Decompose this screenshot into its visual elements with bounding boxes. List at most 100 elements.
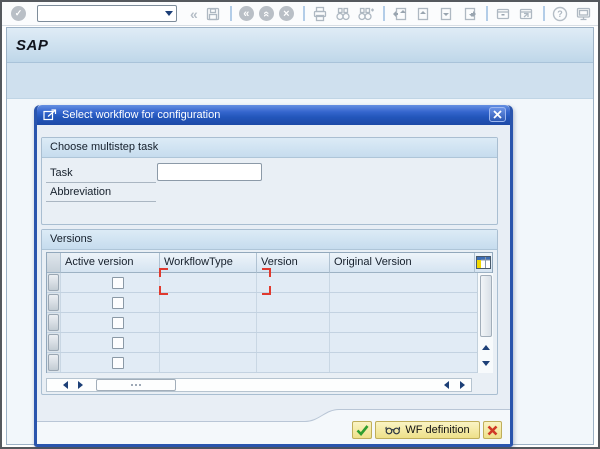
group-versions: Versions Active version WorkflowType Ver…: [41, 229, 498, 395]
workflow-type-cell[interactable]: [160, 353, 257, 372]
active-version-checkbox[interactable]: [112, 337, 124, 349]
row-selector[interactable]: [47, 353, 61, 372]
scroll-left-button[interactable]: [58, 379, 72, 391]
version-cell[interactable]: [257, 313, 330, 332]
close-button[interactable]: [489, 107, 506, 122]
scroll-right-button[interactable]: [73, 379, 87, 391]
workflow-type-cell[interactable]: [160, 313, 257, 332]
column-header-version[interactable]: Version: [257, 253, 330, 273]
command-field[interactable]: [37, 5, 177, 22]
toolbar-separator: [302, 6, 305, 21]
scroll-down-button[interactable]: [479, 356, 493, 371]
dialog-body: Choose multistep task Task Abbreviation …: [37, 125, 510, 444]
vertical-scrollbar-thumb[interactable]: [480, 275, 492, 337]
version-cell[interactable]: [257, 293, 330, 312]
main-toolbar: ✓ « « « × ?: [2, 2, 598, 26]
table-row: [47, 333, 492, 353]
print-icon[interactable]: [312, 6, 328, 22]
cancel-circle-icon[interactable]: ×: [278, 6, 294, 21]
toolbar-separator: [229, 6, 232, 21]
scroll-left-end-button[interactable]: [439, 379, 453, 391]
active-version-cell: [61, 333, 160, 352]
scroll-up-button[interactable]: [479, 340, 493, 355]
find-icon[interactable]: [335, 6, 351, 22]
horizontal-scrollbar-thumb[interactable]: [96, 379, 176, 391]
new-session-icon[interactable]: [495, 6, 511, 22]
workflow-type-cell[interactable]: [160, 273, 257, 292]
scroll-right-end-button[interactable]: [455, 379, 469, 391]
active-version-checkbox[interactable]: [112, 277, 124, 289]
horizontal-scrollbar[interactable]: [46, 378, 472, 392]
active-version-cell: [61, 353, 160, 372]
versions-table: Active version WorkflowType Version Orig…: [46, 252, 493, 373]
column-header-active-version[interactable]: Active version: [61, 253, 160, 273]
group-choose-multistep-task: Choose multistep task Task Abbreviation: [41, 137, 498, 225]
active-version-checkbox[interactable]: [112, 317, 124, 329]
enter-icon[interactable]: ✓: [11, 6, 26, 21]
dialog-icon: [43, 109, 57, 121]
arrow-left-icon: [62, 381, 68, 389]
active-version-checkbox[interactable]: [112, 357, 124, 369]
row-selector[interactable]: [47, 293, 61, 312]
table-row: [47, 353, 492, 373]
arrow-left-icon: [443, 381, 449, 389]
active-version-cell: [61, 313, 160, 332]
exit-circle-icon[interactable]: «: [258, 6, 274, 21]
table-settings-button[interactable]: [475, 253, 492, 273]
active-version-cell: [61, 293, 160, 312]
help-icon[interactable]: ?: [552, 6, 568, 22]
abbreviation-label: Abbreviation: [46, 183, 156, 202]
screen-area: SAP Select workflow for configuration Ch…: [6, 27, 594, 447]
toolbar-separator: [542, 6, 545, 21]
vertical-scrollbar[interactable]: [477, 273, 493, 373]
table-row: [47, 273, 492, 293]
create-shortcut-icon[interactable]: [518, 6, 534, 22]
dialog-title: Select workflow for configuration: [62, 109, 221, 121]
toolbar-separator: [382, 6, 385, 21]
group-title: Choose multistep task: [42, 138, 497, 158]
arrow-right-icon: [459, 381, 465, 389]
row-selector[interactable]: [47, 313, 61, 332]
workflow-type-cell[interactable]: [160, 293, 257, 312]
toolbar-separator: [485, 6, 488, 21]
back-chevrons-icon[interactable]: «: [190, 7, 198, 21]
cancel-button[interactable]: [483, 421, 502, 439]
active-version-cell: [61, 273, 160, 292]
original-version-cell: [330, 333, 474, 352]
previous-page-icon[interactable]: [415, 6, 431, 22]
first-page-icon[interactable]: [392, 6, 408, 22]
arrow-right-icon: [77, 381, 83, 389]
original-version-cell: [330, 273, 474, 292]
table-settings-icon: [476, 256, 491, 269]
command-input[interactable]: [37, 5, 177, 22]
x-icon: [487, 425, 498, 435]
workflow-type-cell[interactable]: [160, 333, 257, 352]
version-cell[interactable]: [257, 273, 330, 292]
row-selector[interactable]: [47, 273, 61, 292]
chevron-down-icon[interactable]: [165, 11, 173, 16]
glasses-icon: [385, 426, 401, 435]
arrow-down-icon: [482, 361, 490, 366]
dialog-select-workflow: Select workflow for configuration Choose…: [34, 105, 513, 447]
column-header-original-version[interactable]: Original Version: [330, 253, 475, 273]
task-label: Task: [46, 164, 156, 183]
app-title: SAP: [16, 36, 49, 54]
task-input[interactable]: [157, 163, 262, 181]
version-cell[interactable]: [257, 333, 330, 352]
confirm-button[interactable]: [352, 421, 372, 439]
next-page-icon[interactable]: [438, 6, 454, 22]
table-header-row: Active version WorkflowType Version Orig…: [47, 253, 492, 273]
active-version-checkbox[interactable]: [112, 297, 124, 309]
save-icon[interactable]: [205, 6, 221, 22]
version-cell[interactable]: [257, 353, 330, 372]
original-version-cell: [330, 353, 474, 372]
row-selector[interactable]: [47, 333, 61, 352]
row-selector-header[interactable]: [47, 253, 61, 273]
column-header-workflow-type[interactable]: WorkflowType: [160, 253, 257, 273]
wf-definition-button[interactable]: WF definition: [375, 421, 480, 439]
find-next-icon[interactable]: [358, 6, 374, 22]
customize-layout-icon[interactable]: [575, 6, 592, 22]
last-page-icon[interactable]: [461, 6, 477, 22]
dialog-title-bar[interactable]: Select workflow for configuration: [37, 105, 510, 125]
back-circle-icon[interactable]: «: [238, 6, 254, 21]
